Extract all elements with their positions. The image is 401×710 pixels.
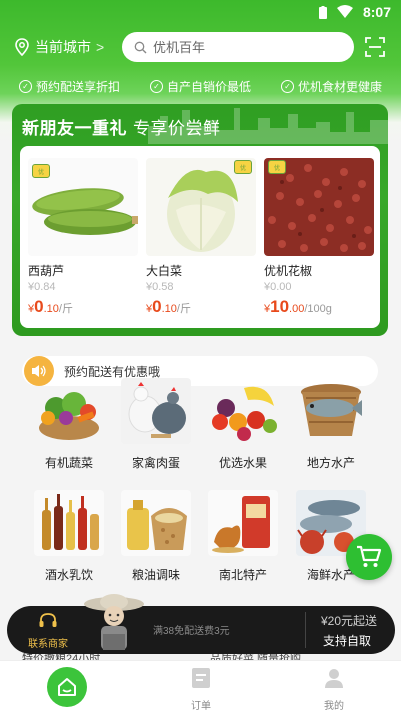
perk-item: ✓ 优机食材更健康 — [280, 76, 382, 96]
specialty-package-icon — [208, 490, 278, 556]
promo-title: 新朋友一重礼 专享价尝鲜 — [22, 114, 221, 139]
product-price: ¥0.10/斤 — [28, 297, 138, 317]
category-label: 地方水产 — [306, 456, 355, 470]
city-selector[interactable]: 当前城市 > — [14, 36, 104, 58]
promo-subtitle: 专享价尝鲜 — [133, 119, 221, 138]
scan-icon[interactable] — [365, 37, 385, 57]
product-card-cabbage[interactable]: 优 大白菜 ¥0.58 ¥0.10/斤 — [146, 158, 256, 328]
product-price: ¥10.00/100g — [264, 297, 374, 317]
perk-label: 优机食材更健康 — [297, 79, 382, 94]
price-unit: /100g — [304, 303, 332, 315]
category-grain-oil[interactable]: 粮油调味 — [111, 490, 201, 583]
user-icon — [325, 669, 343, 688]
min-order-text: ¥20元起送 — [320, 614, 377, 628]
vegetable-basket-icon — [34, 378, 104, 444]
price-decimal: .10 — [161, 303, 177, 315]
contact-label: 联系商家 — [28, 639, 68, 650]
search-input[interactable] — [153, 39, 343, 55]
status-time: 8:07 — [362, 4, 391, 20]
product-name: 西葫芦 — [28, 264, 65, 278]
price-unit: /斤 — [176, 303, 191, 315]
new-user-promo-card[interactable]: 新朋友一重礼 专享价尝鲜 优 西葫芦 ¥0.84 ¥0.10/斤 优 大白菜 ¥… — [12, 104, 388, 336]
category-label: 有机蔬菜 — [44, 456, 93, 470]
category-label: 家禽肉蛋 — [131, 456, 180, 470]
city-search-bar: 当前城市 > — [0, 30, 401, 64]
price-unit: /斤 — [58, 303, 73, 315]
bottles-icon — [34, 490, 104, 556]
category-label: 优选水果 — [218, 456, 267, 470]
fruit-basket-icon — [208, 378, 278, 444]
tab-label: 我的 — [324, 701, 344, 710]
category-local-aquatic[interactable]: 地方水产 — [286, 378, 376, 471]
category-specialties[interactable]: 南北特产 — [198, 490, 288, 583]
product-name: 大白菜 — [146, 264, 183, 278]
category-label: 粮油调味 — [131, 568, 180, 582]
category-label: 酒水乳饮 — [44, 568, 93, 582]
poultry-icon — [121, 378, 191, 444]
location-pin-icon — [15, 38, 29, 56]
status-bar: 8:07 — [0, 0, 401, 24]
grain-oil-icon — [121, 490, 191, 556]
organic-badge-icon: 优 — [268, 160, 286, 174]
category-drinks[interactable]: 酒水乳饮 — [24, 490, 114, 583]
product-original-price: ¥0.84 — [28, 281, 56, 293]
free-shipping-text: 满38免配送费3元 — [153, 626, 230, 637]
organic-badge-icon: 优 — [234, 160, 252, 174]
organic-badge-icon: 优 — [32, 164, 50, 178]
category-organic-vegetables[interactable]: 有机蔬菜 — [24, 378, 114, 471]
product-original-price: ¥0.00 — [264, 281, 292, 293]
divider — [305, 612, 306, 648]
product-image-cabbage: 优 — [146, 158, 256, 256]
headset-icon — [39, 613, 57, 627]
promo-title-main: 新朋友一重礼 — [22, 119, 127, 138]
pickup-text: 支持自取 — [322, 634, 371, 648]
price-integer: 0 — [34, 297, 44, 316]
bottom-tab-bar: 订单 我的 — [0, 660, 401, 710]
order-list-icon — [192, 668, 210, 688]
cart-button[interactable] — [346, 534, 392, 580]
search-box[interactable] — [122, 32, 354, 62]
category-fruits[interactable]: 优选水果 — [198, 378, 288, 471]
category-poultry-eggs[interactable]: 家禽肉蛋 — [111, 378, 201, 471]
fish-basket-icon — [296, 378, 366, 444]
category-label: 南北特产 — [218, 568, 267, 582]
product-card-sichuan-pepper[interactable]: 优 优机花椒 ¥0.00 ¥10.00/100g — [264, 158, 374, 328]
perks-bar: ✓ 预约配送享折扣 ✓ 自产自销价最低 ✓ 优机食材更健康 — [0, 76, 401, 96]
search-icon — [134, 41, 147, 53]
notice-text: 预约配送有优惠哦 — [64, 364, 161, 379]
home-icon — [47, 667, 87, 707]
checkout-bar[interactable]: 联系商家 满38免配送费3元 ¥20元起送 支持自取 — [7, 594, 395, 654]
product-card-zucchini[interactable]: 优 西葫芦 ¥0.84 ¥0.10/斤 — [28, 158, 138, 328]
tab-home[interactable] — [0, 661, 134, 710]
product-original-price: ¥0.58 — [146, 281, 174, 293]
battery-icon — [319, 6, 327, 19]
product-name: 优机花椒 — [264, 264, 313, 278]
tab-label: 订单 — [191, 701, 211, 710]
contact-merchant-button[interactable]: 联系商家 — [23, 612, 73, 650]
tab-profile[interactable]: 我的 — [267, 661, 401, 710]
wifi-icon — [337, 5, 353, 18]
perk-item: ✓ 自产自销价最低 — [149, 76, 251, 96]
chevron-right-icon: > — [96, 39, 105, 55]
product-image-zucchini: 优 — [28, 158, 138, 256]
farmer-mascot-icon — [84, 594, 144, 650]
perk-label: 自产自销价最低 — [166, 79, 251, 94]
promo-product-list: 优 西葫芦 ¥0.84 ¥0.10/斤 优 大白菜 ¥0.58 ¥0.10/斤 — [20, 146, 380, 328]
product-image-sichuan-pepper: 优 — [264, 158, 374, 256]
perk-item: ✓ 预约配送享折扣 — [18, 76, 120, 96]
price-decimal: .10 — [43, 303, 59, 315]
perk-label: 预约配送享折扣 — [35, 79, 120, 94]
city-label: 当前城市 — [35, 39, 91, 55]
shopping-cart-icon — [357, 545, 382, 567]
price-integer: 0 — [152, 297, 162, 316]
price-decimal: .00 — [289, 303, 305, 315]
check-circle-icon: ✓ — [149, 79, 163, 93]
price-integer: 10 — [270, 297, 290, 316]
check-circle-icon: ✓ — [18, 79, 32, 93]
tab-orders[interactable]: 订单 — [134, 661, 268, 710]
check-circle-icon: ✓ — [280, 79, 294, 93]
product-price: ¥0.10/斤 — [146, 297, 256, 317]
